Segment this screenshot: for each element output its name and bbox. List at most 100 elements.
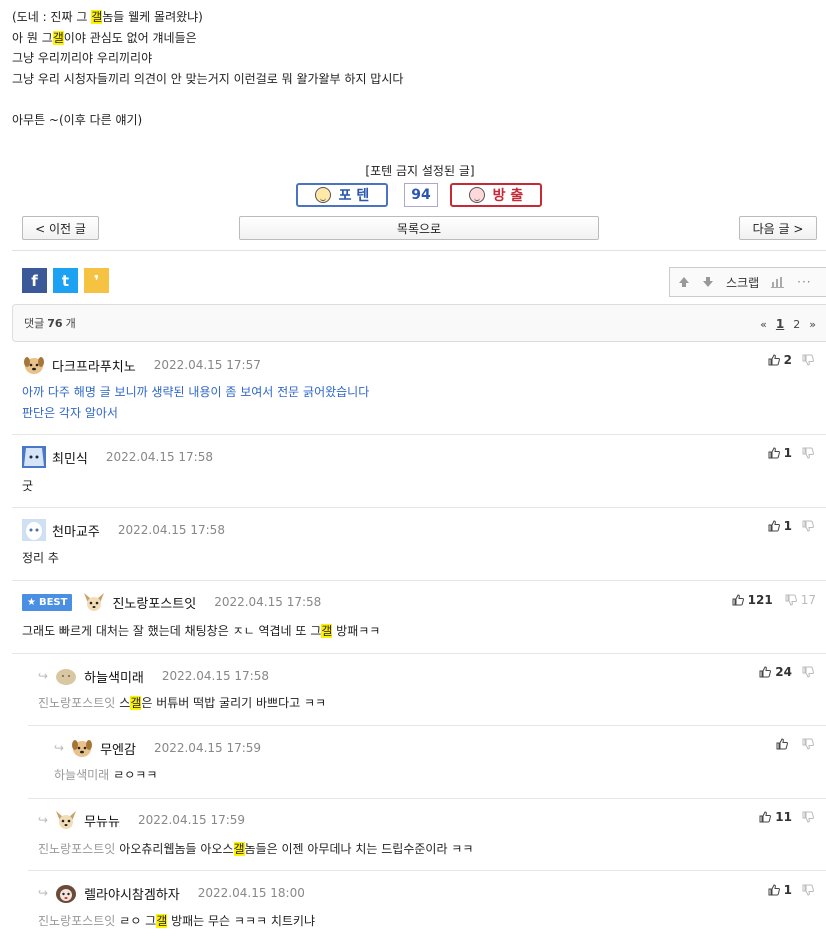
comment-item: 다크프라푸치노 2022.04.15 17:57 2 아까 다주 해명 글 보니…: [12, 342, 826, 434]
comment-text: 진노랑포스트잇 스갤은 버튜버 떡밥 굴리기 바쁘다고 ㅋㅋ: [38, 696, 327, 710]
thumb-down-icon[interactable]: [802, 666, 814, 678]
thumb-up-icon[interactable]: [759, 811, 772, 823]
comment-date: 2022.04.15 17:59: [153, 741, 262, 755]
comment-nick[interactable]: 천마교주: [52, 521, 100, 540]
comment-text: 진노랑포스트잇 아오츄리웹놈들 아오스갤놈들은 이젠 아무데나 치는 드립수준이라…: [38, 842, 474, 856]
pager-prev-icon[interactable]: «: [760, 318, 767, 331]
up-count: 1: [783, 446, 792, 460]
comment-nick[interactable]: 무엔감: [100, 739, 136, 758]
up-count: 1: [783, 883, 792, 897]
comments-count: 76: [47, 316, 63, 330]
potten-button[interactable]: 포 텐: [296, 183, 388, 207]
comment-votes: 24: [759, 665, 814, 679]
comment-votes: 2: [768, 353, 814, 367]
comment-nick[interactable]: 최민식: [52, 448, 88, 467]
potten-note: [포텐 금지 설정된 글]: [365, 164, 475, 178]
comment-nick[interactable]: 무뉴뉴: [84, 811, 120, 830]
comment-nick[interactable]: 렐라야시참겜하자: [84, 884, 180, 903]
list-button[interactable]: 목록으로: [239, 216, 599, 240]
next-post-button[interactable]: 다음 글 >: [739, 216, 817, 240]
potten-count: 94: [404, 183, 438, 207]
comment-nick[interactable]: 진노랑포스트잇: [112, 593, 196, 612]
comment-date: 2022.04.15 17:58: [105, 450, 213, 464]
comment-date: 2022.04.15 18:00: [197, 886, 305, 900]
thumb-down-icon[interactable]: [802, 811, 814, 823]
up-count: 24: [775, 665, 792, 679]
comment-item-best: ★ BEST 진노랑포스트잇 2022.04.15 17:58 121 17 그래…: [12, 581, 826, 653]
reply-item: ↪ 무뉴뉴 2022.04.15 17:59 11 진노랑포스트잇 아오츄리웹놈들…: [12, 799, 826, 870]
comment-text: 정리 추: [22, 551, 59, 565]
reply-target: 하늘색미래: [54, 768, 110, 782]
post-line: 그냥 우리끼리야 우리끼리야: [12, 51, 153, 65]
anime-avatar-icon: [22, 446, 46, 468]
comment-text: 하늘색미래 ㄹㅇㅋㅋ: [54, 768, 158, 782]
comment-text: 아까 다주 해명 글 보니까 생략된 내용이 좀 보여서 전문 긁어왔습니다 판…: [22, 385, 370, 420]
pager-next-icon[interactable]: »: [809, 318, 816, 331]
comment-text: 그래도 빠르게 대처는 잘 했는데 채팅창은 ㅈㄴ 역겹네 또 그갤 방패ㅋㅋ: [22, 624, 381, 638]
thumb-up-icon[interactable]: [732, 594, 744, 606]
reply-item: ↪ 렐라야시참겜하자 2022.04.15 18:00 1 진노랑포스트잇 ㄹㅇ …: [12, 871, 826, 943]
reply-item: ↪ 무엔감 2022.04.15 17:59 하늘색미래 ㄹㅇㅋㅋ: [12, 726, 826, 798]
thumb-down-icon[interactable]: [802, 354, 814, 366]
angry-face-icon: [468, 187, 485, 203]
chihuahua-avatar-icon: [56, 811, 77, 829]
chihuahua-avatar-icon: [84, 593, 105, 611]
up-count: 2: [783, 353, 792, 367]
comment-date: 2022.04.15 17:58: [214, 595, 322, 609]
thumb-up-icon[interactable]: [768, 354, 780, 366]
thumb-up-icon[interactable]: [768, 884, 780, 896]
thumb-down-icon[interactable]: [802, 884, 814, 896]
star-icon: ★: [27, 596, 36, 608]
arrow-down-icon[interactable]: [702, 276, 714, 288]
post-body: (도네 : 진짜 그 갤놈들 웰케 몰려왔냐) 아 뭔 그갤이야 관심도 없어 …: [12, 7, 812, 131]
thumb-up-icon[interactable]: [776, 738, 788, 750]
comment-nick[interactable]: 하늘색미래: [84, 667, 144, 686]
out-button[interactable]: 방 출: [450, 183, 542, 207]
post-line: (도네 : 진짜 그 갤놈들 웰케 몰려왔냐): [12, 10, 203, 24]
comment-item: 최민식 2022.04.15 17:58 1 굿: [12, 435, 826, 507]
reply-arrow-icon: ↪: [38, 813, 49, 827]
facebook-share-icon[interactable]: f: [22, 268, 47, 293]
anime-avatar-icon: [22, 519, 46, 541]
dog-avatar-icon: [24, 357, 44, 374]
page-2[interactable]: 2: [793, 318, 800, 331]
down-count: 17: [800, 593, 816, 607]
potato-avatar-icon: [56, 669, 77, 685]
thumb-down-icon[interactable]: [802, 738, 814, 750]
arrow-up-icon[interactable]: [678, 276, 690, 288]
twitter-share-icon[interactable]: t: [53, 268, 78, 293]
comment-nick[interactable]: 다크프라푸치노: [52, 356, 136, 375]
comment-votes: [776, 738, 814, 750]
reply-target: 진노랑포스트잇: [38, 696, 116, 710]
page-1[interactable]: 1: [776, 317, 784, 331]
post-line: 아 뭔 그갤이야 관심도 없어 걔네들은: [12, 30, 197, 45]
up-count: 1: [783, 519, 792, 533]
comment-text: 굿: [22, 479, 34, 493]
divider: [12, 250, 826, 251]
comment-text: 진노랑포스트잇 ㄹㅇ 그갤 방패는 무슨 ㅋㅋㅋ 치트키냐: [38, 914, 316, 928]
post-line: 그냥 우리 시청자들끼리 의견이 안 맞는거지 이런걸로 뭐 왈가왈부 하지 맙…: [12, 71, 404, 86]
comment-date: 2022.04.15 17:58: [117, 523, 225, 537]
comment-votes: 1: [768, 446, 814, 460]
comment-date: 2022.04.15 17:59: [137, 813, 246, 827]
more-icon[interactable]: ···: [797, 275, 811, 289]
up-count: 121: [747, 593, 773, 607]
thumb-up-icon[interactable]: [759, 666, 772, 678]
scrap-button[interactable]: 스크랩: [726, 274, 759, 291]
comments-suffix: 개: [65, 317, 76, 330]
stats-icon[interactable]: [771, 276, 785, 288]
kakao-share-icon[interactable]: ❜: [84, 268, 109, 293]
post-line: 아무튼 ~(이후 다른 얘기): [12, 113, 143, 127]
comments-label: 댓글: [24, 317, 45, 330]
comment-votes: 1: [768, 883, 814, 897]
reply-arrow-icon: ↪: [54, 741, 65, 755]
thumb-up-icon[interactable]: [768, 520, 780, 532]
thumb-down-icon[interactable]: [785, 594, 797, 606]
thumb-up-icon[interactable]: [768, 447, 780, 459]
comment-item: 천마교주 2022.04.15 17:58 1 정리 추: [12, 508, 826, 580]
thumb-down-icon[interactable]: [802, 520, 814, 532]
out-label: 방 출: [492, 188, 524, 204]
comment-pager: « 1 2 »: [760, 317, 816, 331]
thumb-down-icon[interactable]: [802, 447, 814, 459]
prev-post-button[interactable]: < 이전 글: [22, 216, 99, 240]
